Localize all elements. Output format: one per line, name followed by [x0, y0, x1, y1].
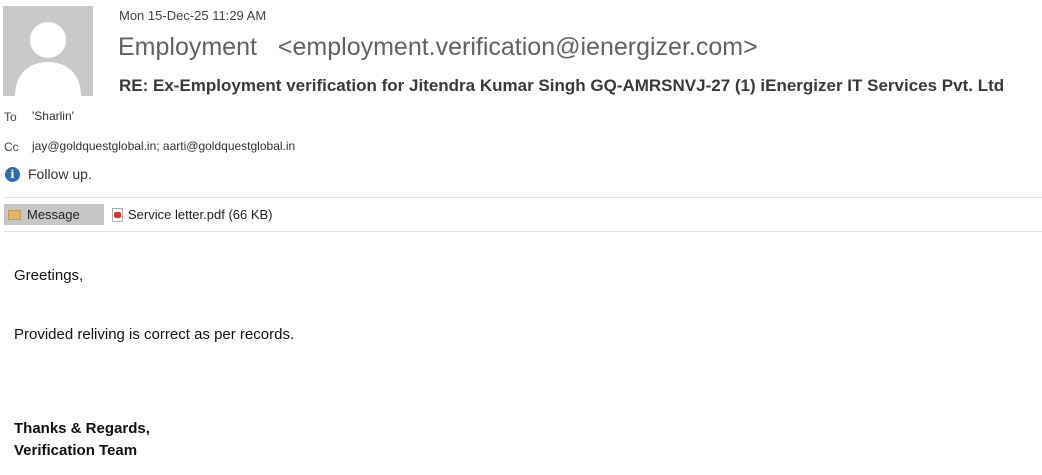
sent-date: Mon 15-Dec-25 11:29 AM — [119, 8, 267, 23]
pdf-icon — [112, 207, 123, 222]
body-greeting: Greetings, — [14, 267, 84, 284]
cc-recipients[interactable]: jay@goldquestglobal.in; aarti@goldquestg… — [32, 139, 295, 153]
attachment-label: Service letter.pdf (66 KB) — [128, 207, 273, 222]
cc-label: Cc — [4, 140, 19, 154]
email-subject: RE: Ex-Employment verification for Jiten… — [119, 76, 1005, 95]
info-icon: i — [5, 166, 20, 182]
avatar — [3, 6, 93, 96]
sender: Employment <employment.verification@iene… — [118, 33, 758, 62]
message-tab[interactable]: Message — [4, 204, 104, 225]
signature-team: Verification Team — [14, 442, 138, 459]
divider — [4, 231, 1042, 232]
to-label: To — [4, 110, 17, 124]
info-text: Follow up. — [28, 166, 92, 182]
body-line: Provided reliving is correct as per reco… — [14, 326, 295, 343]
sender-email[interactable]: <employment.verification@ienergizer.com> — [278, 33, 758, 61]
sender-name: Employment — [118, 33, 257, 61]
to-recipients[interactable]: 'Sharlin' — [32, 109, 74, 123]
attachment-item[interactable]: Service letter.pdf (66 KB) — [112, 207, 273, 222]
message-tab-label: Message — [27, 207, 80, 222]
signature-line: Thanks & Regards, — [14, 420, 150, 437]
envelope-icon — [8, 209, 21, 220]
message-tabs: Message Service letter.pdf (66 KB) — [4, 204, 273, 225]
avatar-icon — [3, 6, 93, 96]
divider — [4, 197, 1042, 198]
info-bar: i Follow up. — [5, 166, 92, 182]
